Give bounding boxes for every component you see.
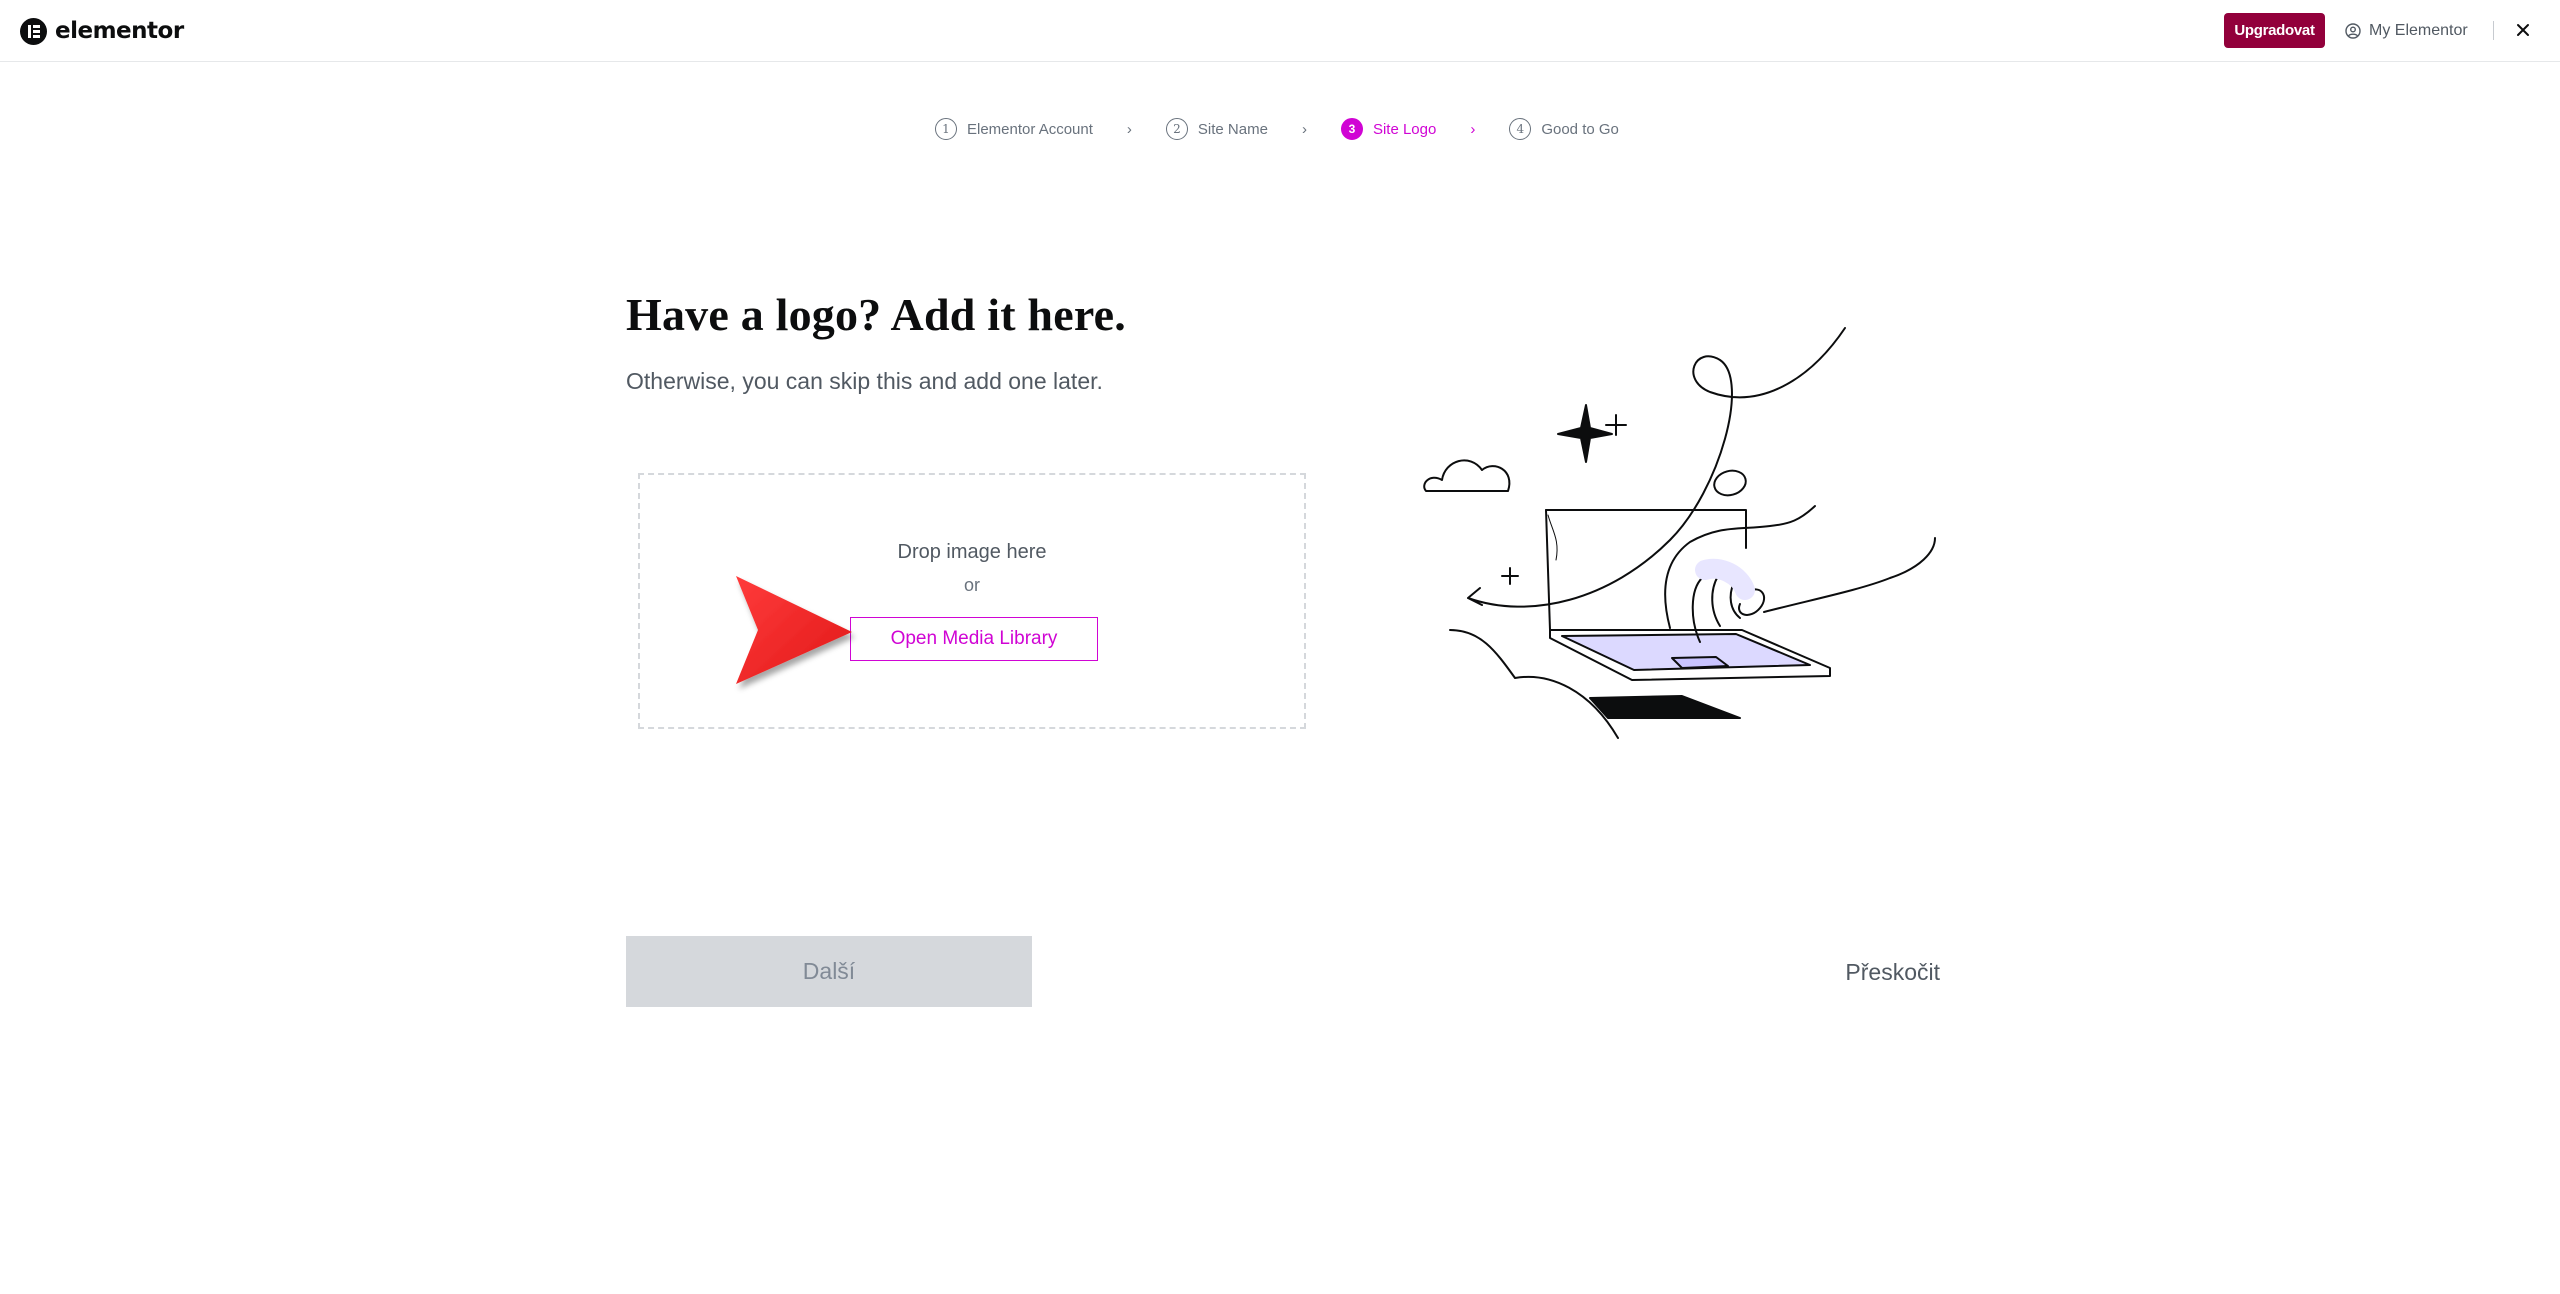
step-site-logo: 3 Site Logo <box>1340 118 1437 140</box>
drop-image-text: Drop image here <box>897 541 1047 563</box>
onboarding-stepper: 1 Elementor Account › 2 Site Name › 3 Si… <box>935 116 1619 142</box>
step-number: 4 <box>1509 118 1532 140</box>
step-label: Elementor Account <box>967 120 1093 138</box>
elementor-logo-icon <box>20 17 47 45</box>
step-label: Site Logo <box>1372 120 1437 138</box>
step-site-name: 2 Site Name <box>1165 118 1268 140</box>
close-icon <box>2517 24 2529 36</box>
user-circle-icon <box>2345 23 2361 39</box>
skip-button[interactable]: Přeskočit <box>1800 952 1940 992</box>
step-number: 2 <box>1165 118 1188 140</box>
header-divider <box>2493 21 2494 40</box>
elementor-logo[interactable]: elementor <box>20 16 184 46</box>
step-good-to-go: 4 Good to Go <box>1509 118 1619 140</box>
my-elementor-label: My Elementor <box>2369 22 2468 39</box>
top-bar: elementor Upgradovat My Elementor <box>0 0 2560 62</box>
step-elementor-account: 1 Elementor Account <box>935 118 1093 140</box>
open-media-library-button[interactable]: Open Media Library <box>850 617 1098 661</box>
step-label: Site Name <box>1197 120 1268 138</box>
chevron-right-icon: › <box>1301 120 1307 138</box>
my-elementor-link[interactable]: My Elementor <box>2345 18 2468 44</box>
step-number: 3 <box>1340 118 1363 140</box>
annotation-arrow-icon <box>736 576 852 684</box>
close-button[interactable] <box>2512 19 2534 41</box>
upgrade-button[interactable]: Upgradovat <box>2224 13 2325 48</box>
next-button[interactable]: Další <box>626 936 1032 1007</box>
chevron-right-icon: › <box>1470 120 1476 138</box>
page-subtitle: Otherwise, you can skip this and add one… <box>626 368 1103 394</box>
logo-text: elementor <box>55 18 184 44</box>
page-title: Have a logo? Add it here. <box>626 289 1126 340</box>
chevron-right-icon: › <box>1126 120 1132 138</box>
laptop-illustration <box>1423 327 1936 739</box>
step-number: 1 <box>935 118 957 140</box>
step-label: Good to Go <box>1541 120 1619 138</box>
